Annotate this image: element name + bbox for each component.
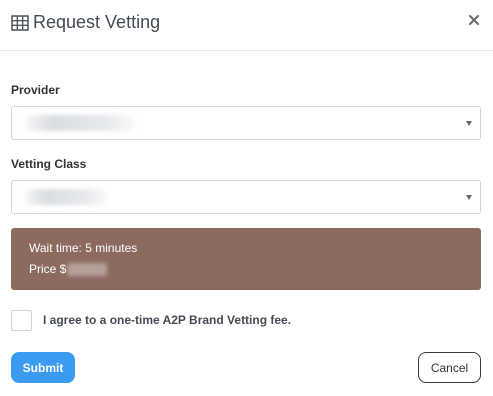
chevron-down-icon	[466, 195, 472, 200]
provider-selected-value-redacted	[26, 115, 134, 131]
agree-checkbox[interactable]	[11, 310, 32, 331]
provider-select[interactable]	[11, 106, 481, 140]
wait-time-text: Wait time: 5 minutes	[29, 241, 138, 255]
vetting-class-selected-value-redacted	[26, 189, 106, 205]
table-grid-icon	[11, 14, 29, 32]
vetting-class-label: Vetting Class	[11, 157, 87, 171]
chevron-down-icon	[466, 121, 472, 126]
modal-title-text: Request Vetting	[33, 12, 161, 32]
agree-label[interactable]: I agree to a one-time A2P Brand Vetting …	[43, 313, 291, 327]
close-icon	[469, 15, 479, 25]
modal-title: Request Vetting	[11, 12, 160, 33]
provider-label: Provider	[11, 83, 60, 97]
vetting-class-select[interactable]	[11, 180, 481, 214]
price-label: Price $	[29, 262, 67, 276]
close-button[interactable]	[467, 13, 481, 27]
vetting-info-box: Wait time: 5 minutes Price $	[11, 228, 481, 290]
submit-button[interactable]: Submit	[11, 352, 75, 383]
price-value-redacted	[67, 262, 108, 276]
price-line: Price $	[29, 262, 108, 276]
cancel-button[interactable]: Cancel	[418, 352, 481, 383]
modal-header: Request Vetting	[0, 0, 493, 51]
request-vetting-modal: Request Vetting Provider Vetting Class W…	[0, 0, 493, 396]
